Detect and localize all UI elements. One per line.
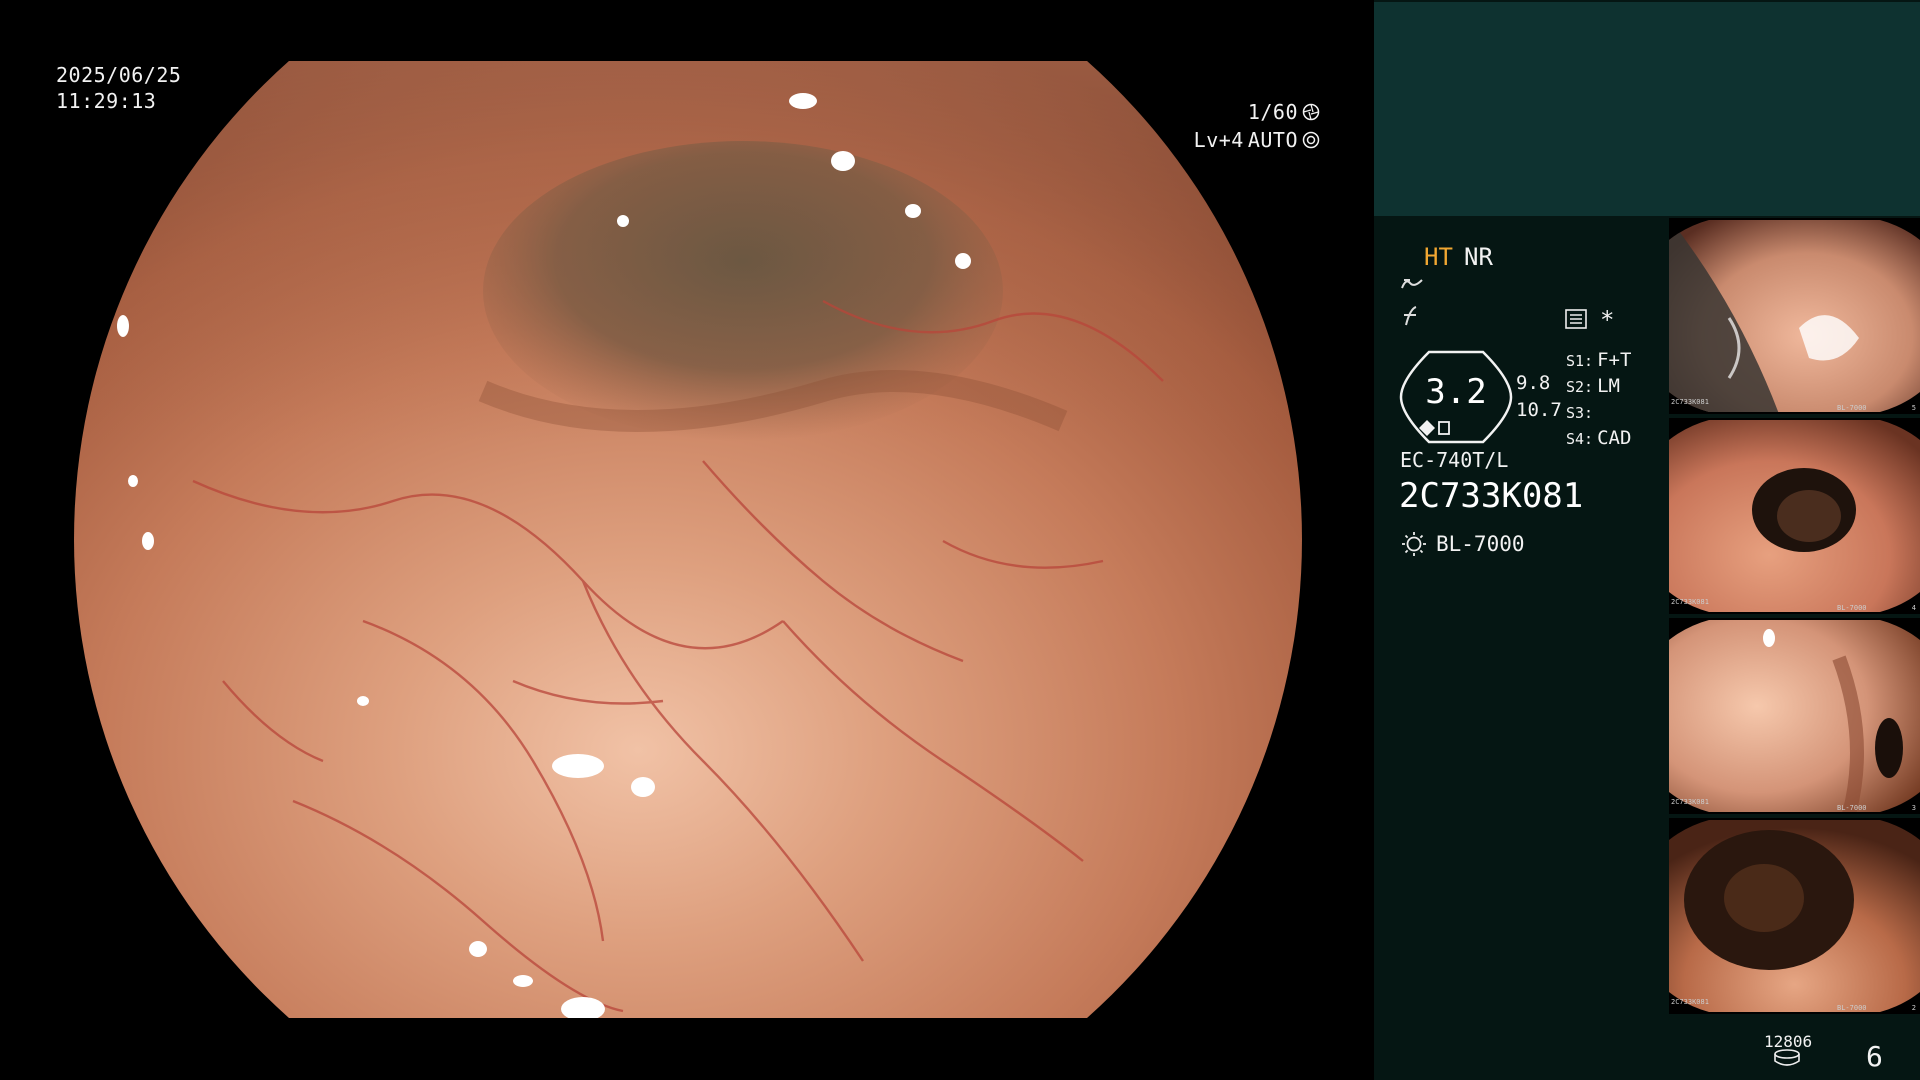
side-value-1: 9.8 (1516, 372, 1551, 394)
light-source: BL-7000 (1400, 530, 1525, 558)
light-bulb-icon (1402, 532, 1426, 556)
date-text: 2025/06/25 (56, 63, 182, 87)
panel-header-block (1374, 2, 1920, 216)
nr-mode-label: NR (1464, 243, 1493, 271)
enhancement-value: 3.2 (1425, 372, 1487, 412)
thumbnail-serial: 2C733K081 (1671, 798, 1709, 806)
level-text: Lv+4 (1193, 128, 1244, 152)
thumbnail-2[interactable]: 2C733K081 BL-7000 4 (1669, 418, 1920, 614)
colon-mucosa-image (74, 61, 1302, 1018)
shutter-speed-text: 1/60 (1247, 100, 1298, 124)
thumbnail-image (1669, 220, 1920, 412)
switch-s4: S4: CAD (1566, 427, 1632, 449)
side-value-2: 10.7 (1516, 399, 1562, 421)
endoscopy-monitor: 2025/06/25 11:29:13 1/60 Lv+4 AUTO HT NR (0, 0, 1920, 1080)
thumbnail-serial: 2C733K081 (1671, 598, 1709, 606)
scope-model-text: EC-740T/L (1400, 448, 1509, 472)
thumbnail-image (1669, 420, 1920, 612)
switch-s2: S2: LM (1566, 375, 1620, 397)
star-indicator: * (1600, 306, 1615, 334)
memory-icon (1565, 309, 1587, 329)
frequency-icon (1404, 306, 1417, 326)
thumbnail-4[interactable]: 2C733K081 BL-7000 2 (1669, 818, 1920, 1014)
thumbnail-index: 3 (1911, 804, 1916, 812)
switch-s3: S3: (1566, 404, 1594, 422)
storage-disk-icon (1774, 1049, 1800, 1066)
switch-s1: S1: F+T (1566, 349, 1632, 371)
thumbnail-light: BL-7000 (1837, 804, 1867, 812)
aperture-icon (1302, 103, 1320, 121)
square-mark (1438, 421, 1450, 435)
scope-switch-list: S1: F+T S2: LM S3: S4: CAD (1566, 348, 1631, 452)
light-source-text: BL-7000 (1436, 532, 1525, 556)
time-text: 11:29:13 (56, 89, 157, 113)
thumbnail-1[interactable]: 2C733K081 BL-7000 5 (1669, 218, 1920, 414)
thumbnail-serial: 2C733K081 (1671, 398, 1709, 406)
gauge-side-values: 9.8 10.7 (1516, 370, 1562, 424)
thumbnail-serial: 2C733K081 (1671, 998, 1709, 1006)
thumbnail-image (1669, 620, 1920, 812)
thumbnail-light: BL-7000 (1837, 404, 1867, 412)
exposure-settings: 1/60 Lv+4 AUTO (1194, 98, 1320, 154)
thumbnail-3[interactable]: 2C733K081 BL-7000 3 (1669, 618, 1920, 814)
enhancement-gauge: 3.2 (1399, 350, 1513, 444)
date-time-display: 2025/06/25 11:29:13 (56, 62, 181, 114)
page-number: 6 (1866, 1040, 1883, 1073)
capture-thumbnail-list: 2C733K081 BL-7000 5 2C733K081 BL-7000 4 (1669, 218, 1920, 1018)
thumbnail-light: BL-7000 (1837, 604, 1867, 612)
endoscope-live-view (63, 61, 1313, 1018)
iris-mode-text: AUTO (1247, 128, 1298, 152)
thumbnail-index: 2 (1911, 1004, 1916, 1012)
wave-icon (1401, 279, 1423, 289)
thumbnail-index: 5 (1911, 404, 1916, 412)
thumbnail-index: 4 (1911, 604, 1916, 612)
thumbnail-image (1669, 820, 1920, 1012)
thumbnail-light: BL-7000 (1837, 1004, 1867, 1012)
ht-mode-label: HT (1424, 243, 1453, 271)
scope-serial-text: 2C733K081 (1399, 476, 1584, 516)
iris-icon (1302, 131, 1320, 149)
